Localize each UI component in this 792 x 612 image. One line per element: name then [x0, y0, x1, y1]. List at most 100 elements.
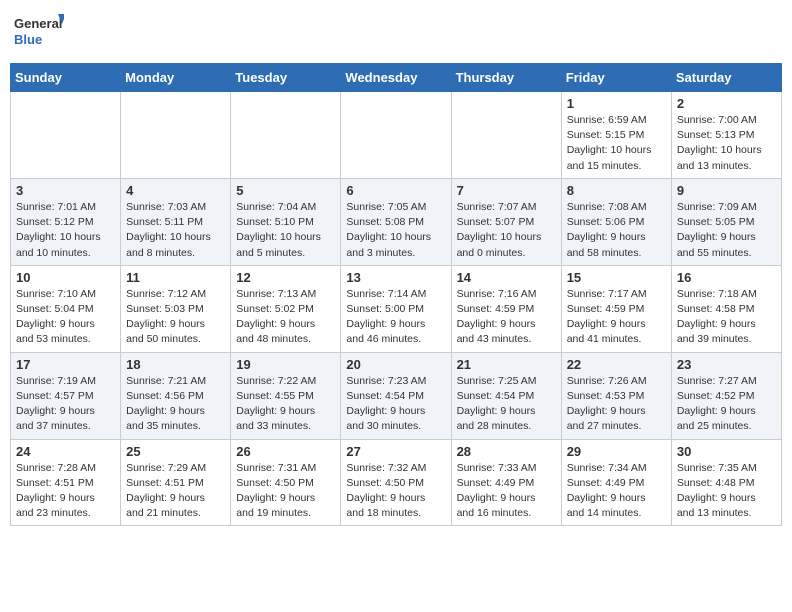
calendar-cell: 15Sunrise: 7:17 AMSunset: 4:59 PMDayligh…: [561, 265, 671, 352]
calendar-cell: 30 Sunrise: 7:35 AMSunset: 4:48 PMDayligh…: [671, 439, 781, 526]
day-number: 24: [16, 444, 115, 459]
day-number: 20: [346, 357, 445, 372]
day-number: 27: [346, 444, 445, 459]
day-number: 4: [126, 183, 225, 198]
day-number: 23: [677, 357, 776, 372]
calendar-cell: 21Sunrise: 7:25 AMSunset: 4:54 PMDayligh…: [451, 352, 561, 439]
calendar-cell: 24 Sunrise: 7:28 AMSunset: 4:51 PMDayligh…: [11, 439, 121, 526]
svg-text:Blue: Blue: [14, 32, 42, 47]
calendar-cell: 28 Sunrise: 7:33 AMSunset: 4:49 PMDayligh…: [451, 439, 561, 526]
day-info: Sunrise: 7:29 AMSunset: 4:51 PMDaylight:…: [126, 461, 225, 522]
header-saturday: Saturday: [671, 64, 781, 92]
day-number: 22: [567, 357, 666, 372]
calendar-cell: 1 Sunrise: 6:59 AMSunset: 5:15 PMDaylight…: [561, 92, 671, 179]
day-number: 19: [236, 357, 335, 372]
calendar-cell: 3 Sunrise: 7:01 AMSunset: 5:12 PMDaylight…: [11, 178, 121, 265]
day-info: Sunrise: 7:01 AMSunset: 5:12 PMDaylight:…: [16, 200, 115, 261]
calendar-cell: 10 Sunrise: 7:10 AMSunset: 5:04 PMDayligh…: [11, 265, 121, 352]
day-number: 28: [457, 444, 556, 459]
calendar-table: SundayMondayTuesdayWednesdayThursdayFrid…: [10, 63, 782, 526]
day-number: 6: [346, 183, 445, 198]
header-sunday: Sunday: [11, 64, 121, 92]
day-number: 10: [16, 270, 115, 285]
calendar-cell: 16Sunrise: 7:18 AMSunset: 4:58 PMDayligh…: [671, 265, 781, 352]
week-row-3: 10 Sunrise: 7:10 AMSunset: 5:04 PMDayligh…: [11, 265, 782, 352]
day-info: Sunrise: 7:12 AMSunset: 5:03 PMDaylight:…: [126, 287, 225, 348]
day-number: 2: [677, 96, 776, 111]
week-row-4: 17 Sunrise: 7:19 AMSunset: 4:57 PMDayligh…: [11, 352, 782, 439]
day-info: Sunrise: 7:05 AMSunset: 5:08 PMDaylight:…: [346, 200, 445, 261]
day-number: 5: [236, 183, 335, 198]
calendar-cell: 2 Sunrise: 7:00 AMSunset: 5:13 PMDaylight…: [671, 92, 781, 179]
day-info: Sunrise: 7:14 AMSunset: 5:00 PMDaylight:…: [346, 287, 445, 348]
calendar-cell: [231, 92, 341, 179]
calendar-cell: 11 Sunrise: 7:12 AMSunset: 5:03 PMDayligh…: [121, 265, 231, 352]
header-wednesday: Wednesday: [341, 64, 451, 92]
day-info: Sunrise: 7:13 AMSunset: 5:02 PMDaylight:…: [236, 287, 335, 348]
header-tuesday: Tuesday: [231, 64, 341, 92]
week-row-5: 24 Sunrise: 7:28 AMSunset: 4:51 PMDayligh…: [11, 439, 782, 526]
week-row-1: 1 Sunrise: 6:59 AMSunset: 5:15 PMDaylight…: [11, 92, 782, 179]
day-info: Sunrise: 7:07 AMSunset: 5:07 PMDaylight:…: [457, 200, 556, 261]
calendar-cell: 7 Sunrise: 7:07 AMSunset: 5:07 PMDaylight…: [451, 178, 561, 265]
header-monday: Monday: [121, 64, 231, 92]
day-info: Sunrise: 7:26 AMSunset: 4:53 PMDaylight:…: [567, 374, 666, 435]
day-info: Sunrise: 7:27 AMSunset: 4:52 PMDaylight:…: [677, 374, 776, 435]
day-number: 8: [567, 183, 666, 198]
week-row-2: 3 Sunrise: 7:01 AMSunset: 5:12 PMDaylight…: [11, 178, 782, 265]
logo: General Blue: [14, 10, 64, 55]
day-info: Sunrise: 7:31 AMSunset: 4:50 PMDaylight:…: [236, 461, 335, 522]
calendar-cell: 20 Sunrise: 7:23 AMSunset: 4:54 PMDayligh…: [341, 352, 451, 439]
calendar-cell: 23 Sunrise: 7:27 AMSunset: 4:52 PMDayligh…: [671, 352, 781, 439]
day-info: Sunrise: 7:34 AMSunset: 4:49 PMDaylight:…: [567, 461, 666, 522]
day-info: Sunrise: 7:04 AMSunset: 5:10 PMDaylight:…: [236, 200, 335, 261]
svg-text:General: General: [14, 16, 62, 31]
day-info: Sunrise: 7:22 AMSunset: 4:55 PMDaylight:…: [236, 374, 335, 435]
day-number: 21: [457, 357, 556, 372]
day-info: Sunrise: 7:00 AMSunset: 5:13 PMDaylight:…: [677, 113, 776, 174]
header-friday: Friday: [561, 64, 671, 92]
day-number: 1: [567, 96, 666, 111]
calendar-cell: 5 Sunrise: 7:04 AMSunset: 5:10 PMDaylight…: [231, 178, 341, 265]
day-info: Sunrise: 7:23 AMSunset: 4:54 PMDaylight:…: [346, 374, 445, 435]
day-info: Sunrise: 7:28 AMSunset: 4:51 PMDaylight:…: [16, 461, 115, 522]
day-number: 18: [126, 357, 225, 372]
day-number: 26: [236, 444, 335, 459]
calendar-cell: [121, 92, 231, 179]
day-number: 9: [677, 183, 776, 198]
calendar-cell: 22 Sunrise: 7:26 AMSunset: 4:53 PMDayligh…: [561, 352, 671, 439]
logo-svg: General Blue: [14, 10, 64, 55]
calendar-cell: 4 Sunrise: 7:03 AMSunset: 5:11 PMDaylight…: [121, 178, 231, 265]
day-number: 11: [126, 270, 225, 285]
day-number: 30: [677, 444, 776, 459]
day-number: 14: [457, 270, 556, 285]
calendar-cell: 13Sunrise: 7:14 AMSunset: 5:00 PMDayligh…: [341, 265, 451, 352]
day-number: 15: [567, 270, 666, 285]
calendar-cell: 12 Sunrise: 7:13 AMSunset: 5:02 PMDayligh…: [231, 265, 341, 352]
calendar-cell: [451, 92, 561, 179]
calendar-cell: 27 Sunrise: 7:32 AMSunset: 4:50 PMDayligh…: [341, 439, 451, 526]
day-info: Sunrise: 7:03 AMSunset: 5:11 PMDaylight:…: [126, 200, 225, 261]
day-info: Sunrise: 7:19 AMSunset: 4:57 PMDaylight:…: [16, 374, 115, 435]
header-thursday: Thursday: [451, 64, 561, 92]
day-number: 7: [457, 183, 556, 198]
day-info: Sunrise: 7:08 AMSunset: 5:06 PMDaylight:…: [567, 200, 666, 261]
day-number: 17: [16, 357, 115, 372]
calendar-cell: 9Sunrise: 7:09 AMSunset: 5:05 PMDaylight…: [671, 178, 781, 265]
day-info: Sunrise: 7:33 AMSunset: 4:49 PMDaylight:…: [457, 461, 556, 522]
day-info: Sunrise: 7:16 AMSunset: 4:59 PMDaylight:…: [457, 287, 556, 348]
calendar-cell: 14 Sunrise: 7:16 AMSunset: 4:59 PMDayligh…: [451, 265, 561, 352]
day-number: 3: [16, 183, 115, 198]
day-info: Sunrise: 6:59 AMSunset: 5:15 PMDaylight:…: [567, 113, 666, 174]
day-info: Sunrise: 7:10 AMSunset: 5:04 PMDaylight:…: [16, 287, 115, 348]
day-info: Sunrise: 7:35 AMSunset: 4:48 PMDaylight:…: [677, 461, 776, 522]
day-number: 25: [126, 444, 225, 459]
calendar-cell: [11, 92, 121, 179]
calendar-cell: 8 Sunrise: 7:08 AMSunset: 5:06 PMDaylight…: [561, 178, 671, 265]
day-info: Sunrise: 7:32 AMSunset: 4:50 PMDaylight:…: [346, 461, 445, 522]
calendar-header-row: SundayMondayTuesdayWednesdayThursdayFrid…: [11, 64, 782, 92]
day-number: 12: [236, 270, 335, 285]
calendar-cell: 19 Sunrise: 7:22 AMSunset: 4:55 PMDayligh…: [231, 352, 341, 439]
day-info: Sunrise: 7:21 AMSunset: 4:56 PMDaylight:…: [126, 374, 225, 435]
calendar-cell: 26 Sunrise: 7:31 AMSunset: 4:50 PMDayligh…: [231, 439, 341, 526]
